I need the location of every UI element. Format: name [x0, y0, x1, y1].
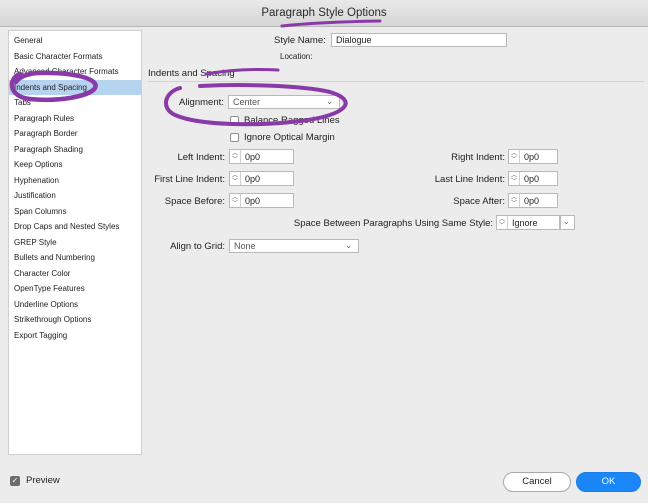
- balance-ragged-lines-label: Balance Ragged Lines: [244, 115, 340, 126]
- balance-ragged-lines-row[interactable]: Balance Ragged Lines: [230, 115, 340, 126]
- preview-label: Preview: [26, 475, 60, 486]
- left-indent-label: Left Indent:: [177, 152, 225, 163]
- alignment-dropdown[interactable]: Center ⌄: [228, 95, 340, 109]
- ignore-optical-margin-checkbox[interactable]: [230, 132, 239, 142]
- stepper-arrows-icon[interactable]: ︿ ﹀: [497, 216, 508, 229]
- sidebar-item-span-columns[interactable]: Span Columns: [9, 204, 141, 220]
- left-indent-stepper[interactable]: ︿ ﹀ 0p0: [229, 149, 294, 164]
- sidebar-item-paragraph-shading[interactable]: Paragraph Shading: [9, 142, 141, 158]
- space-before-stepper[interactable]: ︿ ﹀ 0p0: [229, 193, 294, 208]
- ignore-optical-margin-label: Ignore Optical Margin: [244, 132, 335, 143]
- left-indent-value: 0p0: [245, 151, 261, 162]
- alignment-label: Alignment:: [179, 97, 224, 108]
- right-indent-stepper[interactable]: ︿ ﹀ 0p0: [508, 149, 558, 164]
- location-label: Location:: [280, 52, 313, 61]
- space-after-label: Space After:: [453, 196, 505, 207]
- sidebar-item-justification[interactable]: Justification: [9, 188, 141, 204]
- last-line-indent-stepper[interactable]: ︿ ﹀ 0p0: [508, 171, 558, 186]
- preview-toggle[interactable]: ✓ Preview: [10, 475, 60, 486]
- stepper-arrows-icon[interactable]: ︿ ﹀: [509, 172, 520, 185]
- ignore-optical-margin-row[interactable]: Ignore Optical Margin: [230, 132, 335, 143]
- sidebar-item-export-tagging[interactable]: Export Tagging: [9, 328, 141, 344]
- space-before-label: Space Before:: [164, 196, 225, 207]
- first-line-indent-value: 0p0: [245, 173, 261, 184]
- sidebar-item-indents-and-spacing[interactable]: Indents and Spacing: [9, 79, 141, 95]
- space-between-label: Space Between Paragraphs Using Same Styl…: [293, 218, 493, 229]
- stepper-arrows-icon[interactable]: ︿ ﹀: [230, 194, 241, 207]
- section-title: Indents and Spacing: [148, 68, 235, 79]
- sidebar-item-keep-options[interactable]: Keep Options: [9, 157, 141, 173]
- align-to-grid-value: None: [234, 241, 256, 251]
- sidebar-item-opentype-features[interactable]: OpenType Features: [9, 281, 141, 297]
- checkmark-icon[interactable]: ✓: [10, 475, 20, 486]
- section-divider: [148, 81, 644, 82]
- sidebar-item-strikethrough-options[interactable]: Strikethrough Options: [9, 312, 141, 328]
- stepper-arrows-icon[interactable]: ︿ ﹀: [509, 150, 520, 163]
- sidebar-item-character-color[interactable]: Character Color: [9, 266, 141, 282]
- sidebar-item-grep-style[interactable]: GREP Style: [9, 235, 141, 251]
- alignment-value: Center: [233, 97, 261, 107]
- sidebar-item-paragraph-border[interactable]: Paragraph Border: [9, 126, 141, 142]
- right-indent-label: Right Indent:: [451, 152, 505, 163]
- ok-button[interactable]: OK: [576, 472, 641, 492]
- last-line-indent-value: 0p0: [524, 173, 540, 184]
- stepper-arrows-icon[interactable]: ︿ ﹀: [509, 194, 520, 207]
- sidebar-item-bullets-and-numbering[interactable]: Bullets and Numbering: [9, 250, 141, 266]
- settings-panel: Style Name: Dialogue Location: Indents a…: [146, 30, 646, 460]
- style-name-input[interactable]: Dialogue: [331, 33, 507, 47]
- cancel-button[interactable]: Cancel: [503, 472, 571, 492]
- balance-ragged-lines-checkbox[interactable]: [230, 115, 239, 125]
- space-between-value: Ignore: [512, 217, 538, 228]
- stepper-arrows-icon[interactable]: ︿ ﹀: [230, 150, 241, 163]
- align-to-grid-dropdown[interactable]: None ⌄: [229, 239, 359, 253]
- space-before-value: 0p0: [245, 195, 261, 206]
- chevron-down-icon: ⌄: [563, 217, 570, 226]
- space-between-dropdown[interactable]: ⌄: [560, 215, 575, 230]
- style-name-label: Style Name:: [274, 35, 326, 46]
- window-title: Paragraph Style Options: [0, 0, 648, 27]
- space-between-stepper[interactable]: ︿ ﹀ Ignore: [496, 215, 560, 230]
- sidebar-item-drop-caps[interactable]: Drop Caps and Nested Styles: [9, 219, 141, 235]
- space-after-stepper[interactable]: ︿ ﹀ 0p0: [508, 193, 558, 208]
- sidebar-item-underline-options[interactable]: Underline Options: [9, 297, 141, 313]
- align-to-grid-label: Align to Grid:: [170, 241, 225, 252]
- sidebar-item-general[interactable]: General: [9, 33, 141, 49]
- sidebar-item-advanced-character-formats[interactable]: Advanced Character Formats: [9, 64, 141, 80]
- category-sidebar: General Basic Character Formats Advanced…: [8, 30, 142, 455]
- chevron-down-icon: ⌄: [345, 241, 352, 250]
- stepper-arrows-icon[interactable]: ︿ ﹀: [230, 172, 241, 185]
- space-after-value: 0p0: [524, 195, 540, 206]
- sidebar-item-hyphenation[interactable]: Hyphenation: [9, 173, 141, 189]
- sidebar-item-basic-character-formats[interactable]: Basic Character Formats: [9, 49, 141, 65]
- sidebar-item-tabs[interactable]: Tabs: [9, 95, 141, 111]
- first-line-indent-stepper[interactable]: ︿ ﹀ 0p0: [229, 171, 294, 186]
- first-line-indent-label: First Line Indent:: [154, 174, 225, 185]
- last-line-indent-label: Last Line Indent:: [434, 174, 505, 185]
- chevron-down-icon: ⌄: [326, 97, 333, 106]
- right-indent-value: 0p0: [524, 151, 540, 162]
- sidebar-item-paragraph-rules[interactable]: Paragraph Rules: [9, 111, 141, 127]
